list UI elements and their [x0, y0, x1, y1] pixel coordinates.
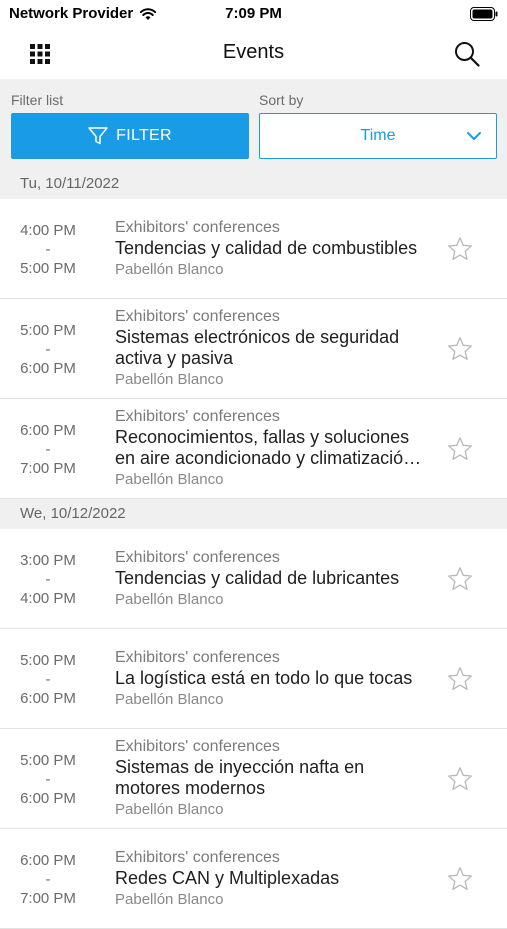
grid-icon: [30, 44, 50, 64]
sort-select[interactable]: Time: [259, 113, 497, 159]
event-row[interactable]: 6:00 PM - 7:00 PM Exhibitors' conferences Re…: [0, 829, 507, 929]
event-title-line: La logística está en todo lo que tocas: [115, 668, 413, 688]
event-details: Exhibitors' conferences Tendencias y cali…: [115, 547, 433, 610]
event-title-line: Reconocimientos, fallas y soluciones: [115, 427, 410, 447]
favorite-star-icon[interactable]: [447, 436, 473, 462]
favorite-star-icon[interactable]: [447, 866, 473, 892]
event-row[interactable]: 5:00 PM - 6:00 PM Exhibitors' conferences Si…: [0, 729, 507, 829]
event-start-time: 6:00 PM: [20, 422, 76, 439]
event-category: Exhibitors' conferences: [115, 308, 280, 325]
time-separator: -: [45, 771, 51, 788]
time-separator: -: [45, 341, 51, 358]
event-end-time: 5:00 PM: [20, 260, 76, 277]
page-title: Events: [222, 41, 285, 63]
event-title-line: Sistemas electrónicos de seguridad: [115, 327, 400, 347]
event-row[interactable]: 5:00 PM - 6:00 PM Exhibitors' conferences La…: [0, 629, 507, 729]
search-button[interactable]: [449, 36, 485, 72]
filter-button-label: FILTER: [116, 127, 172, 144]
event-details: Exhibitors' conferences Tendencias y cali…: [115, 217, 433, 280]
event-start-time: 4:00 PM: [20, 222, 76, 239]
event-title-line: Sistemas de inyección nafta en: [115, 757, 365, 777]
event-title: Sistemas electrónicos de seguridad activa…: [115, 327, 433, 369]
event-start-time: 5:00 PM: [20, 752, 76, 769]
event-title: Reconocimientos, fallas y soluciones en a…: [115, 427, 433, 469]
favorite-star-icon[interactable]: [447, 766, 473, 792]
event-time: 6:00 PM - 7:00 PM: [0, 421, 96, 478]
event-details: Exhibitors' conferences Redes CAN y Multi…: [115, 847, 433, 910]
event-time: 6:00 PM - 7:00 PM: [0, 851, 96, 908]
favorite-star-icon[interactable]: [447, 336, 473, 362]
event-location: Pabellón Blanco: [115, 591, 224, 608]
event-category: Exhibitors' conferences: [115, 549, 280, 566]
sort-value: Time: [360, 127, 396, 144]
filter-button[interactable]: FILTER: [11, 113, 249, 159]
event-row[interactable]: 6:00 PM - 7:00 PM Exhibitors' conferences Re…: [0, 399, 507, 499]
event-end-time: 7:00 PM: [20, 890, 76, 907]
event-start-time: 6:00 PM: [20, 852, 76, 869]
nav-bar: Events: [0, 30, 507, 78]
event-time: 5:00 PM - 6:00 PM: [0, 751, 96, 808]
event-title-line: Tendencias y calidad de combustibles: [115, 238, 418, 258]
event-location: Pabellón Blanco: [115, 371, 224, 388]
event-title: La logística está en todo lo que tocas: [115, 668, 433, 689]
event-start-time: 5:00 PM: [20, 322, 76, 339]
date-header: Tu, 10/11/2022: [0, 169, 507, 199]
event-row[interactable]: 3:00 PM - 4:00 PM Exhibitors' conferences Te…: [0, 529, 507, 629]
search-icon: [455, 42, 480, 67]
event-title: Sistemas de inyección nafta en motores mo…: [115, 757, 433, 799]
event-time: 5:00 PM - 6:00 PM: [0, 321, 96, 378]
event-end-time: 6:00 PM: [20, 690, 76, 707]
event-details: Exhibitors' conferences La logística está…: [115, 647, 433, 710]
event-end-time: 7:00 PM: [20, 460, 76, 477]
status-bar: Network Provider 7:09 PM: [0, 0, 507, 30]
favorite-star-icon[interactable]: [447, 566, 473, 592]
event-category: Exhibitors' conferences: [115, 849, 280, 866]
event-end-time: 6:00 PM: [20, 790, 76, 807]
event-category: Exhibitors' conferences: [115, 738, 280, 755]
event-location: Pabellón Blanco: [115, 471, 224, 488]
event-category: Exhibitors' conferences: [115, 219, 280, 236]
event-row[interactable]: 4:00 PM - 5:00 PM Exhibitors' conferences Te…: [0, 199, 507, 299]
event-end-time: 4:00 PM: [20, 590, 76, 607]
time-separator: -: [45, 671, 51, 688]
filter-bar: Filter list Sort by FILTER Time: [0, 79, 507, 169]
battery-icon: [470, 7, 498, 21]
event-category: Exhibitors' conferences: [115, 408, 280, 425]
event-title-line: activa y pasiva: [115, 348, 234, 368]
favorite-star-icon[interactable]: [447, 236, 473, 262]
event-title-line: Tendencias y calidad de lubricantes: [115, 568, 400, 588]
event-title: Redes CAN y Multiplexadas: [115, 868, 433, 889]
event-location: Pabellón Blanco: [115, 261, 224, 278]
event-details: Exhibitors' conferences Sistemas electrón…: [115, 306, 433, 390]
favorite-star-icon[interactable]: [447, 666, 473, 692]
event-title-line: motores modernos: [115, 778, 266, 798]
event-details: Exhibitors' conferences Reconocimientos, …: [115, 406, 433, 490]
event-time: 3:00 PM - 4:00 PM: [0, 551, 96, 608]
chevron-down-icon: [467, 132, 481, 140]
event-category: Exhibitors' conferences: [115, 649, 280, 666]
event-start-time: 3:00 PM: [20, 552, 76, 569]
event-title: Tendencias y calidad de lubricantes: [115, 568, 433, 589]
sort-by-label: Sort by: [259, 92, 304, 108]
menu-grid-button[interactable]: [22, 36, 58, 72]
date-header: We, 10/12/2022: [0, 499, 507, 529]
time-separator: -: [45, 241, 51, 258]
filter-list-label: Filter list: [11, 92, 64, 108]
event-row[interactable]: 5:00 PM - 6:00 PM Exhibitors' conferences Si…: [0, 299, 507, 399]
event-title-line: Redes CAN y Multiplexadas: [115, 868, 340, 888]
event-start-time: 5:00 PM: [20, 652, 76, 669]
event-time: 4:00 PM - 5:00 PM: [0, 221, 96, 278]
event-details: Exhibitors' conferences Sistemas de inyec…: [115, 736, 433, 820]
funnel-icon: [88, 127, 108, 145]
status-time: 7:09 PM: [225, 5, 282, 22]
time-separator: -: [45, 571, 51, 588]
event-title-line: en aire acondicionado y climatizació…: [115, 448, 422, 468]
time-separator: -: [45, 441, 51, 458]
event-location: Pabellón Blanco: [115, 691, 224, 708]
event-end-time: 6:00 PM: [20, 360, 76, 377]
event-title: Tendencias y calidad de combustibles: [115, 238, 433, 259]
event-time: 5:00 PM - 6:00 PM: [0, 651, 96, 708]
time-separator: -: [45, 871, 51, 888]
event-location: Pabellón Blanco: [115, 801, 224, 818]
